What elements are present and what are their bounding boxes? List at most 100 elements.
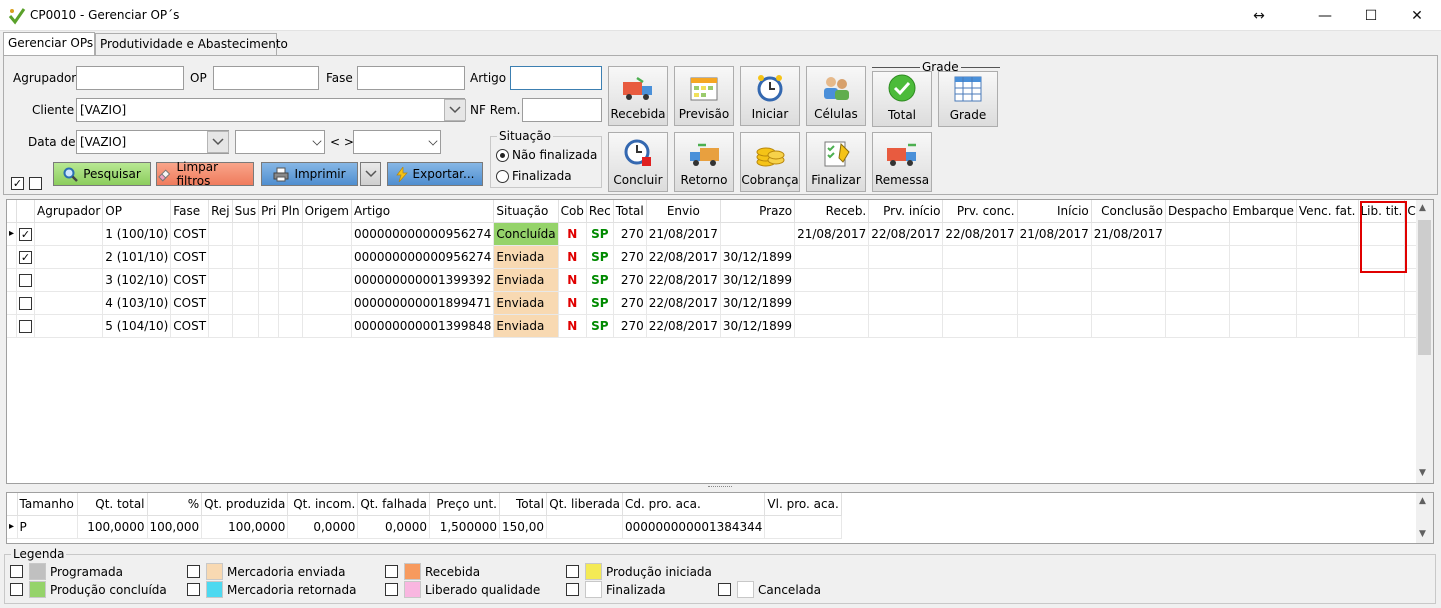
table-row[interactable]: ✓ 2 (101/10) COST 000000000000956274 Enviada… [7, 245, 1433, 269]
detail-header-vl-pro-aca[interactable]: Vl. pro. aca. [764, 493, 842, 516]
fase-input[interactable] [357, 66, 465, 90]
column-header-prv-conc[interactable]: Prv. conc. [942, 200, 1018, 223]
column-header-prazo[interactable]: Prazo [720, 200, 796, 223]
maximize-button[interactable]: ☐ [1348, 0, 1394, 31]
detail-header-tamanho[interactable]: Tamanho [17, 493, 78, 516]
splitter-grip-icon[interactable] [708, 486, 732, 490]
data-dropdown-button[interactable] [207, 131, 229, 153]
table-row[interactable]: 4 (103/10) COST 000000000001899471 Enviada N… [7, 291, 1433, 315]
column-header-fase[interactable]: Fase [170, 200, 210, 223]
detail-row[interactable]: ▸ P 100,0000 100,000 100,0000 0,0000 0,0000 1,5… [7, 515, 842, 539]
column-header-envio[interactable]: Envio [646, 200, 721, 223]
column-header-artigo[interactable]: Artigo [351, 200, 495, 223]
limpar-filtros-button[interactable]: Limpar filtros [156, 160, 254, 188]
artigo-input[interactable] [510, 66, 602, 90]
detail-header-preco-unt[interactable]: Preço unt. [429, 493, 500, 516]
legend-checkbox[interactable] [718, 583, 731, 596]
resize-icon[interactable]: ↔ [1236, 0, 1282, 31]
check-all-button[interactable]: ✓ [11, 177, 24, 190]
column-header-origem[interactable]: Origem [302, 200, 352, 223]
detail-header-qt-total[interactable]: Qt. total [77, 493, 148, 516]
table-row[interactable]: ▸ ✓ 1 (100/10) COST 000000000000956274 Conclu… [7, 222, 1433, 246]
column-header-inicio[interactable]: Início [1017, 200, 1092, 223]
previsao-button[interactable]: Previsão [674, 66, 734, 126]
legend-checkbox[interactable] [385, 583, 398, 596]
date-to-picker[interactable] [353, 130, 441, 154]
checkbox-checked[interactable]: ✓ [19, 227, 33, 241]
column-header-embarque[interactable]: Embarque [1229, 200, 1297, 223]
table-row[interactable]: 5 (104/10) COST 000000000001399848 Enviada N… [7, 314, 1433, 338]
remessa-button[interactable]: Remessa [872, 132, 932, 192]
detail-header-total[interactable]: Total [499, 493, 547, 516]
checkbox-unchecked[interactable] [19, 273, 33, 287]
date-from-picker[interactable] [235, 130, 325, 154]
column-header-blank-0[interactable] [7, 200, 18, 223]
legend-checkbox[interactable] [10, 565, 23, 578]
exportar-button[interactable]: Exportar... [387, 162, 483, 186]
scroll-up-icon[interactable]: ▲ [1419, 203, 1426, 213]
tab-produtividade[interactable]: Produtividade e Abastecimento [95, 33, 288, 55]
column-header-situacao[interactable]: Situação [493, 200, 559, 223]
detail-header-qt-produzida[interactable]: Qt. produzida [201, 493, 289, 516]
nfrem-input[interactable] [522, 98, 602, 122]
legend-checkbox[interactable] [566, 583, 579, 596]
minimize-button[interactable]: — [1302, 0, 1348, 31]
detail-header-blank[interactable]: % [147, 493, 203, 516]
column-header-pri[interactable]: Pri [258, 200, 280, 223]
legend-checkbox[interactable] [566, 565, 579, 578]
cliente-combo[interactable]: [VAZIO] [76, 98, 465, 122]
finalizar-button[interactable]: Finalizar [806, 132, 866, 192]
scroll-down-icon[interactable]: ▼ [1419, 529, 1426, 539]
scrollbar-thumb[interactable] [1418, 220, 1431, 355]
detail-scrollbar[interactable]: ▲ ▼ [1416, 493, 1433, 543]
detail-header-qt-incom[interactable]: Qt. incom. [287, 493, 359, 516]
detail-header-qt-falhada[interactable]: Qt. falhada [357, 493, 430, 516]
agrupador-input[interactable] [76, 66, 184, 90]
close-button[interactable]: ✕ [1394, 0, 1440, 31]
radio-finalizada[interactable]: Finalizada [496, 169, 572, 183]
column-header-conclusao[interactable]: Conclusão [1091, 200, 1166, 223]
radio-nao-finalizada[interactable]: Não finalizada [496, 148, 597, 162]
detail-header-blank-0[interactable] [7, 493, 18, 516]
concluir-button[interactable]: Concluir [608, 132, 668, 192]
op-input[interactable] [213, 66, 319, 90]
total-button[interactable]: Total [872, 71, 932, 127]
scroll-up-icon[interactable]: ▲ [1419, 496, 1426, 506]
checkbox-unchecked[interactable] [19, 319, 33, 333]
pesquisar-button[interactable]: Pesquisar [53, 162, 151, 186]
column-header-venc-fat[interactable]: Venc. fat. [1296, 200, 1359, 223]
column-header-receb[interactable]: Receb. [794, 200, 870, 223]
legend-checkbox[interactable] [10, 583, 23, 596]
celulas-button[interactable]: Células [806, 66, 866, 126]
cobranca-button[interactable]: Cobrança [740, 132, 800, 192]
column-header-agrupador[interactable]: Agrupador [34, 200, 104, 223]
vertical-scrollbar[interactable]: ▲ ▼ [1416, 200, 1433, 483]
column-header-blank-1[interactable] [16, 200, 36, 223]
column-header-sus[interactable]: Sus [232, 200, 260, 223]
recebida-button[interactable]: Recebida [608, 66, 668, 126]
scroll-down-icon[interactable]: ▼ [1419, 468, 1426, 478]
tab-gerenciar-ops[interactable]: Gerenciar OPs [3, 32, 95, 56]
legend-checkbox[interactable] [187, 565, 200, 578]
cliente-dropdown-button[interactable] [444, 99, 466, 121]
legend-checkbox[interactable] [385, 565, 398, 578]
detail-header-qt-liberada[interactable]: Qt. liberada [546, 493, 623, 516]
uncheck-all-button[interactable] [29, 177, 42, 190]
checkbox-unchecked[interactable] [19, 296, 33, 310]
grade-button[interactable]: Grade [938, 71, 998, 127]
detail-header-cd-pro-aca[interactable]: Cd. pro. aca. [622, 493, 766, 516]
legend-checkbox[interactable] [187, 583, 200, 596]
checkbox-checked[interactable]: ✓ [19, 250, 33, 264]
column-header-pln[interactable]: Pln [278, 200, 303, 223]
table-row[interactable]: 3 (102/10) COST 000000000001399392 Enviada N… [7, 268, 1433, 292]
retorno-button[interactable]: Retorno [674, 132, 734, 192]
imprimir-button[interactable]: Imprimir [261, 162, 358, 186]
column-header-cob[interactable]: Cob [558, 200, 587, 223]
column-header-total[interactable]: Total [613, 200, 647, 223]
column-header-prv-inicio[interactable]: Prv. início [868, 200, 944, 223]
column-header-op[interactable]: OP [102, 200, 172, 223]
column-header-despacho[interactable]: Despacho [1165, 200, 1231, 223]
column-header-rec[interactable]: Rec [586, 200, 614, 223]
column-header-rej[interactable]: Rej [208, 200, 233, 223]
imprimir-dropdown-button[interactable] [360, 162, 381, 186]
